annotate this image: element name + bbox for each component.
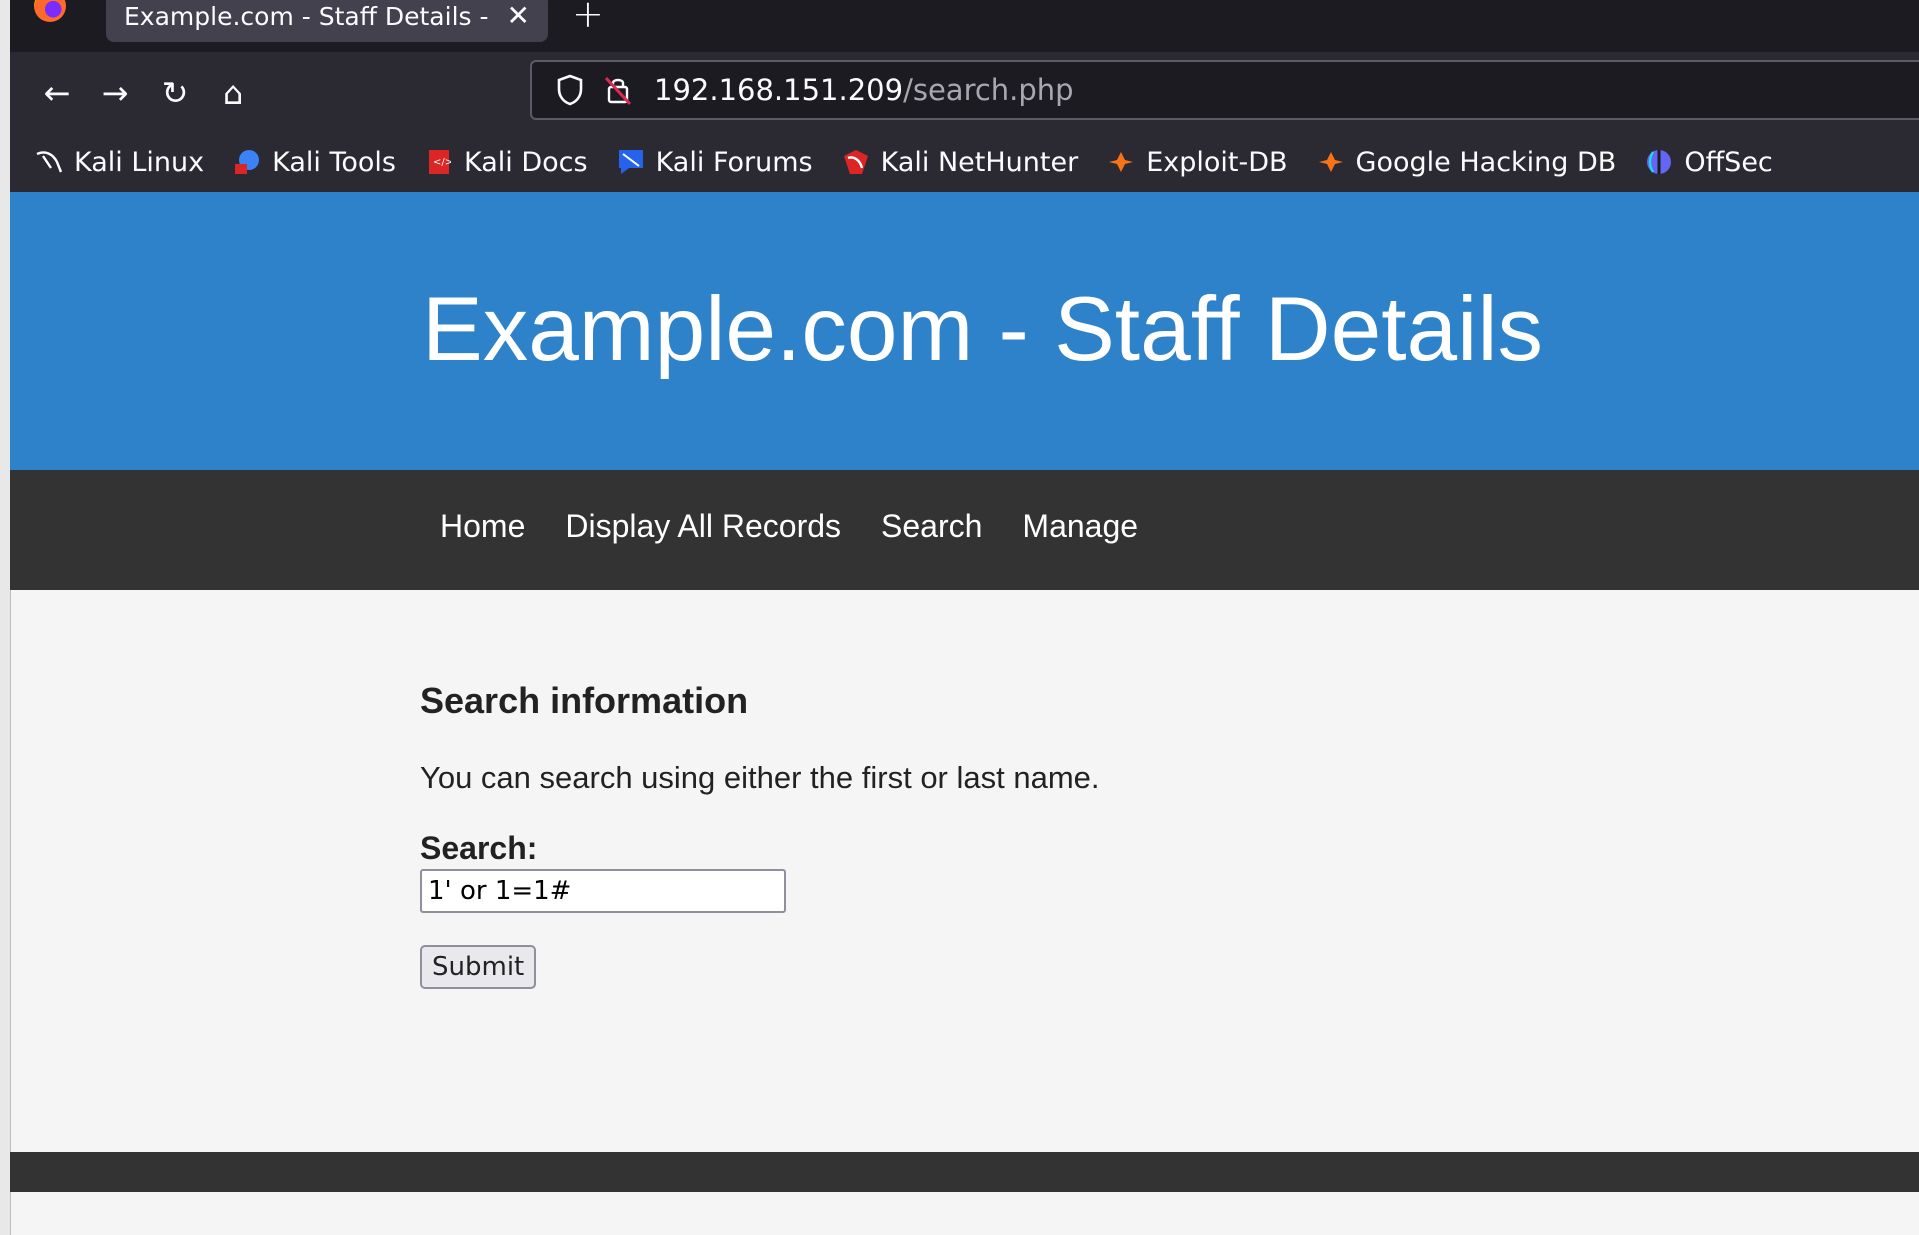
bookmark-google-hacking-db[interactable]: Google Hacking DB [1316, 146, 1617, 178]
site-header: Example.com - Staff Details [10, 192, 1919, 470]
footer-bar [10, 1152, 1919, 1192]
tab-active[interactable]: Example.com - Staff Details - ✕ [106, 0, 548, 42]
exploit-db-icon [1106, 147, 1136, 177]
forward-arrow-icon: → [101, 74, 129, 112]
url-host: 192.168.151.209 [654, 73, 904, 107]
bookmark-label: Kali Docs [463, 146, 588, 178]
search-label: Search: [420, 830, 538, 866]
bookmark-kali-forums[interactable]: Kali Forums [616, 147, 813, 178]
nav-link-search[interactable]: Search [881, 508, 982, 544]
bookmark-label: Google Hacking DB [1355, 146, 1617, 178]
insecure-lock-icon[interactable] [596, 74, 640, 106]
tab-title: Example.com - Staff Details - [124, 1, 489, 31]
nav-link-home[interactable]: Home [440, 508, 525, 544]
bookmark-label: Kali NetHunter [880, 146, 1079, 178]
browser-chrome: Example.com - Staff Details - ✕ + ← → ↻ … [10, 0, 1919, 192]
bookmark-kali-linux[interactable]: Kali Linux [34, 147, 204, 178]
firefox-logo-icon[interactable] [34, 0, 66, 22]
bookmark-kali-tools[interactable]: Kali Tools [232, 147, 396, 178]
bookmark-exploit-db[interactable]: Exploit-DB [1106, 146, 1288, 178]
url-text[interactable]: 192.168.151.209/search.php [654, 73, 1074, 107]
search-form: Search: Submit [420, 830, 1520, 989]
close-icon[interactable]: ✕ [507, 0, 530, 32]
bookmark-kali-docs[interactable]: </> Kali Docs [424, 147, 588, 178]
bookmark-offsec[interactable]: OffSec [1644, 146, 1773, 178]
search-section: Search information You can search using … [420, 680, 1520, 989]
reload-icon: ↻ [161, 74, 189, 112]
back-button[interactable]: ← [34, 70, 80, 116]
site-navigation: Home Display All Records Search Manage [10, 470, 1919, 590]
home-icon: ⌂ [222, 74, 244, 112]
bookmark-label: Kali Linux [74, 146, 205, 178]
search-heading: Search information [420, 680, 749, 721]
url-bar[interactable]: 192.168.151.209/search.php [530, 60, 1919, 120]
tab-bar: Example.com - Staff Details - ✕ + [10, 0, 1919, 52]
kali-forums-icon [616, 147, 646, 177]
url-path: /search.php [903, 73, 1074, 107]
nav-link-manage[interactable]: Manage [1022, 508, 1138, 544]
bookmark-label: OffSec [1684, 146, 1773, 178]
home-button[interactable]: ⌂ [210, 70, 256, 116]
reload-button[interactable]: ↻ [152, 70, 198, 116]
search-input[interactable] [420, 869, 786, 913]
bookmarks-toolbar: Kali Linux Kali Tools </> Kali Docs Kali… [10, 136, 1919, 188]
bookmark-label: Kali Forums [655, 146, 813, 178]
bookmark-kali-nethunter[interactable]: Kali NetHunter [841, 146, 1079, 178]
search-description: You can search using either the first or… [420, 760, 1100, 795]
offsec-icon [1644, 147, 1674, 177]
new-tab-button[interactable]: + [572, 0, 604, 36]
back-arrow-icon: ← [43, 74, 71, 112]
kali-nethunter-icon [841, 147, 871, 177]
submit-button[interactable]: Submit [420, 945, 537, 989]
site-title: Example.com - Staff Details [422, 279, 1544, 380]
bookmark-label: Kali Tools [272, 146, 396, 178]
navigation-toolbar: ← → ↻ ⌂ 192.168.151.209/search.php [10, 52, 1919, 132]
bookmark-label: Exploit-DB [1146, 146, 1288, 178]
kali-docs-icon: </> [424, 147, 454, 177]
ghdb-icon [1316, 147, 1346, 177]
shield-icon[interactable] [548, 74, 592, 106]
kali-dragon-icon [34, 147, 64, 177]
kali-tools-icon [232, 147, 262, 177]
forward-button[interactable]: → [92, 70, 138, 116]
nav-link-display-all-records[interactable]: Display All Records [565, 508, 841, 544]
svg-text:</>: </> [433, 157, 451, 168]
